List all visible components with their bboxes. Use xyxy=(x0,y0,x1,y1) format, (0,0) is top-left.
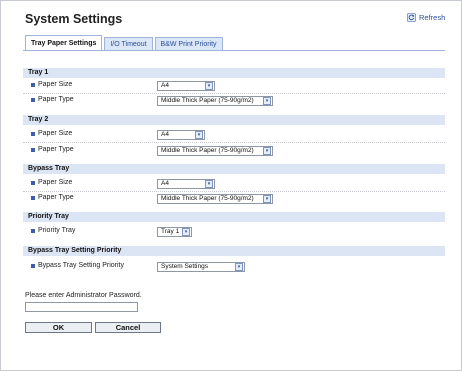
chevron-down-icon: ▾ xyxy=(263,147,271,155)
bullet-icon xyxy=(31,263,35,268)
tab-bar: Tray Paper Settings I/O Timeout B&W Prin… xyxy=(25,35,225,51)
cancel-button[interactable]: Cancel xyxy=(95,322,161,333)
refresh-button[interactable]: Refresh xyxy=(407,13,445,22)
label-text: Bypass Tray Setting Priority xyxy=(38,262,124,269)
bypass-setting-priority-select[interactable]: System Settings ▾ xyxy=(157,262,245,272)
bypass-paper-type-select[interactable]: Middle Thick Paper (75-90g/m2) ▾ xyxy=(157,194,273,204)
select-value: Middle Thick Paper (75-90g/m2) xyxy=(161,195,254,202)
row-label-bypass-setting-priority: Bypass Tray Setting Priority xyxy=(31,262,124,269)
bullet-icon xyxy=(31,131,35,136)
chevron-down-icon: ▾ xyxy=(263,97,271,105)
tab-tray-paper-settings[interactable]: Tray Paper Settings xyxy=(25,35,103,51)
label-text: Paper Type xyxy=(38,96,74,103)
row-divider xyxy=(23,142,445,143)
priority-tray-select[interactable]: Tray 1 ▾ xyxy=(157,227,192,237)
row-label-tray-1-paper-type: Paper Type xyxy=(31,96,74,103)
bullet-icon xyxy=(31,147,35,152)
select-value: System Settings xyxy=(161,263,208,270)
label-text: Paper Type xyxy=(38,146,74,153)
section-header-tray-1: Tray 1 xyxy=(23,68,445,78)
bypass-paper-size-select[interactable]: A4 ▾ xyxy=(157,179,215,189)
row-label-tray-2-paper-type: Paper Type xyxy=(31,146,74,153)
row-label-tray-1-paper-size: Paper Size xyxy=(31,81,72,88)
select-value: Middle Thick Paper (75-90g/m2) xyxy=(161,147,254,154)
chevron-down-icon: ▾ xyxy=(235,263,243,271)
tab-io-timeout[interactable]: I/O Timeout xyxy=(104,37,153,51)
admin-password-input[interactable] xyxy=(25,302,138,312)
label-text: Priority Tray xyxy=(38,227,76,234)
select-value: Tray 1 xyxy=(161,228,180,235)
row-divider xyxy=(23,191,445,192)
bullet-icon xyxy=(31,82,35,87)
page-title: System Settings xyxy=(25,12,123,26)
tray-2-paper-size-select[interactable]: A4 ▾ xyxy=(157,130,205,140)
password-label: Please enter Administrator Password. xyxy=(25,292,142,299)
label-text: Paper Size xyxy=(38,179,73,186)
select-value: Middle Thick Paper (75-90g/m2) xyxy=(161,97,254,104)
tray-2-paper-type-select[interactable]: Middle Thick Paper (75-90g/m2) ▾ xyxy=(157,146,273,156)
row-label-bypass-paper-size: Paper Size xyxy=(31,179,72,186)
section-header-priority-tray: Priority Tray xyxy=(23,212,445,222)
select-value: A4 xyxy=(161,131,169,138)
ok-button[interactable]: OK xyxy=(25,322,92,333)
section-header-tray-2: Tray 2 xyxy=(23,115,445,125)
tray-1-paper-size-select[interactable]: A4 ▾ xyxy=(157,81,215,91)
row-label-tray-2-paper-size: Paper Size xyxy=(31,130,72,137)
chevron-down-icon: ▾ xyxy=(182,228,190,236)
bullet-icon xyxy=(31,97,35,102)
chevron-down-icon: ▾ xyxy=(263,195,271,203)
tab-bw-print-priority[interactable]: B&W Print Priority xyxy=(154,37,223,51)
section-header-bypass-setting-priority: Bypass Tray Setting Priority xyxy=(23,246,445,256)
tray-1-paper-type-select[interactable]: Middle Thick Paper (75-90g/m2) ▾ xyxy=(157,96,273,106)
label-text: Paper Size xyxy=(38,130,73,137)
bullet-icon xyxy=(31,195,35,200)
chevron-down-icon: ▾ xyxy=(195,131,203,139)
row-label-priority-tray: Priority Tray xyxy=(31,227,75,234)
row-label-bypass-paper-type: Paper Type xyxy=(31,194,74,201)
section-header-bypass-tray: Bypass Tray xyxy=(23,164,445,174)
label-text: Paper Type xyxy=(38,194,74,201)
select-value: A4 xyxy=(161,180,169,187)
bullet-icon xyxy=(31,180,35,185)
label-text: Paper Size xyxy=(38,81,73,88)
refresh-icon xyxy=(407,13,416,22)
chevron-down-icon: ▾ xyxy=(205,82,213,90)
tab-underline xyxy=(23,50,445,51)
refresh-label: Refresh xyxy=(419,13,446,22)
chevron-down-icon: ▾ xyxy=(205,180,213,188)
select-value: A4 xyxy=(161,82,169,89)
row-divider xyxy=(23,93,445,94)
bullet-icon xyxy=(31,228,35,233)
